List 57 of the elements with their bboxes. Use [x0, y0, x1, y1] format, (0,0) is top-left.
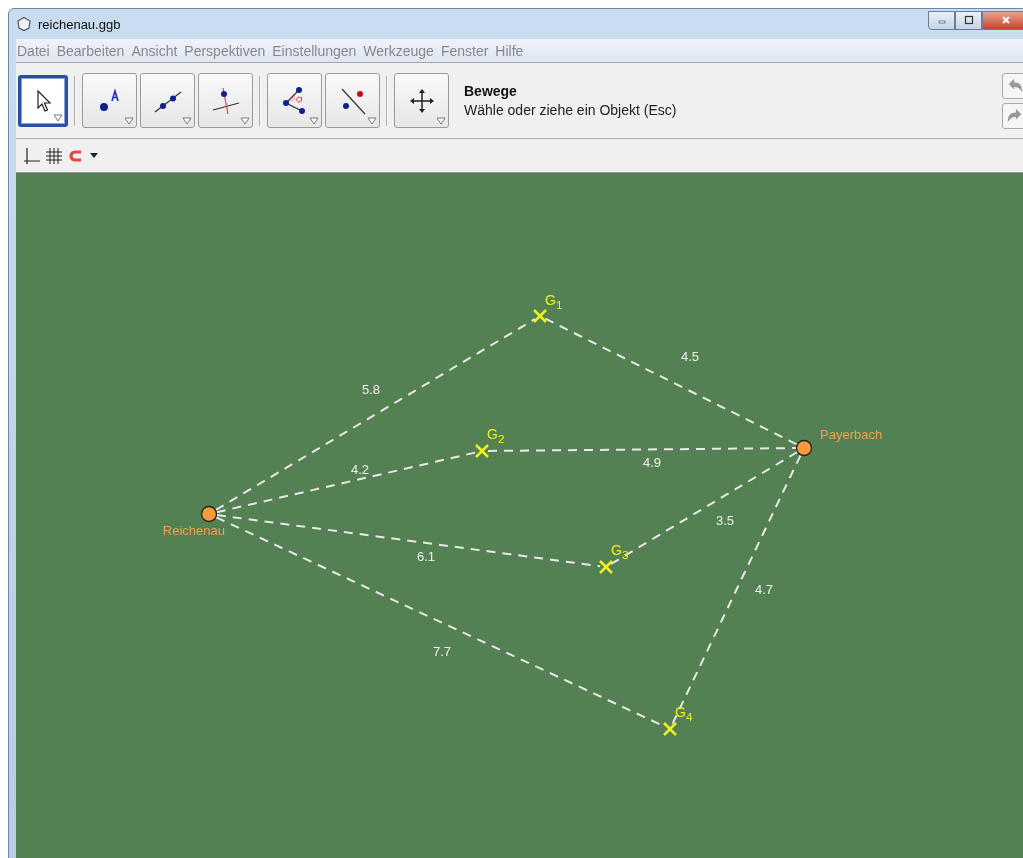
menu-item[interactable]: Bearbeiten [56, 42, 125, 59]
distance-label: 4.7 [755, 582, 774, 597]
town-point[interactable] [795, 439, 813, 457]
distance-label: 7.7 [433, 644, 452, 659]
tool-button[interactable] [394, 73, 449, 128]
app-icon [16, 16, 32, 32]
perpendicular-line-icon [210, 85, 241, 116]
dropdown-triangle-icon [367, 117, 377, 125]
undo-button[interactable] [1002, 72, 1023, 99]
minimize-button[interactable] [928, 10, 955, 30]
distance-label: 4.9 [643, 455, 662, 470]
distance-label: 4.2 [351, 462, 370, 477]
menu-item[interactable]: Hilfe [495, 42, 524, 59]
menu-item[interactable]: Ansicht [131, 42, 178, 59]
cross-point[interactable] [662, 721, 678, 737]
cross-point[interactable] [474, 443, 490, 459]
tool-button[interactable] [82, 73, 137, 128]
grid-icon[interactable] [46, 147, 62, 164]
cross-point[interactable] [532, 308, 548, 324]
distance-label: 4.5 [681, 349, 700, 364]
tool-button[interactable] [140, 73, 195, 128]
tool-button[interactable] [325, 73, 380, 128]
redo-button[interactable] [1002, 102, 1023, 129]
menu-item[interactable]: Einstellungen [272, 42, 357, 59]
dropdown-triangle-icon [53, 113, 63, 122]
distance-label: 3.5 [716, 513, 735, 528]
point-label: G$_{1}$ [545, 292, 563, 311]
cross-point[interactable] [598, 559, 614, 575]
maximize-icon [963, 15, 974, 25]
menu-item[interactable]: Werkzeuge [363, 42, 434, 59]
point-label: G$_{2}$ [487, 426, 505, 445]
dropdown-triangle-icon [182, 117, 192, 125]
magnet-icon[interactable] [68, 147, 84, 164]
tool-help: Wähle oder ziehe ein Objekt (Esc) [464, 102, 677, 118]
window-title: reichenau.ggb [38, 16, 121, 32]
point-label: G$_{4}$ [675, 704, 693, 723]
dropdown-triangle-icon [309, 117, 319, 125]
tool-button[interactable] [267, 73, 322, 128]
caret-icon[interactable] [90, 152, 98, 159]
tool-name: Bewege [464, 83, 518, 99]
dropdown-triangle-icon [124, 117, 134, 125]
close-button[interactable] [982, 10, 1023, 30]
town-point[interactable] [200, 505, 218, 523]
point-label: Reichenau [162, 523, 225, 538]
tool-button[interactable] [18, 74, 68, 127]
menu-item[interactable]: Datei [17, 42, 50, 59]
maximize-button[interactable] [955, 10, 982, 30]
menu-item[interactable]: Fenster [440, 42, 489, 59]
point-label: Payerbach [820, 427, 883, 442]
distance-label: 5.8 [362, 382, 381, 397]
menu-item[interactable]: Perspektiven [184, 42, 266, 59]
close-icon [1000, 15, 1011, 25]
dropdown-triangle-icon [436, 117, 446, 125]
axes-icon[interactable] [24, 147, 40, 164]
point-label: G$_{3}$ [611, 542, 629, 561]
distance-label: 6.1 [417, 549, 436, 564]
dropdown-triangle-icon [240, 117, 250, 125]
